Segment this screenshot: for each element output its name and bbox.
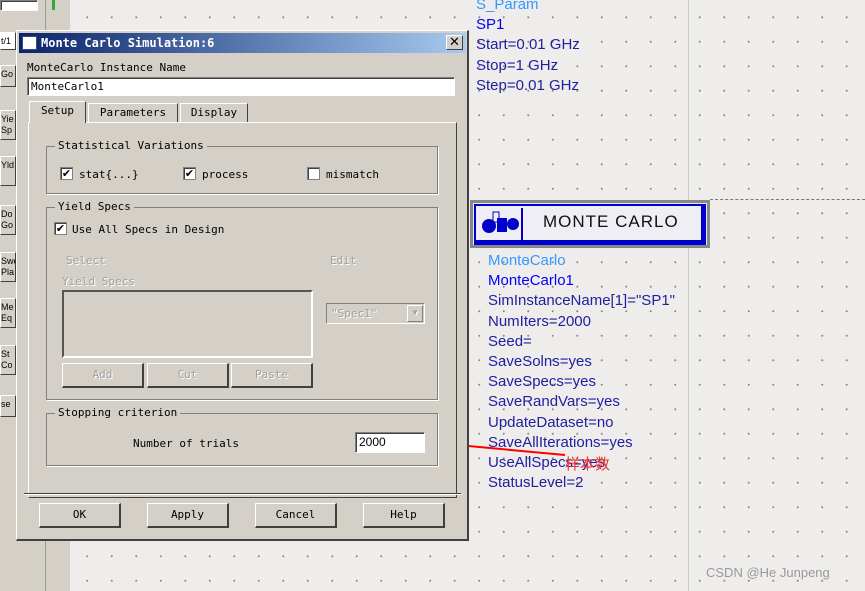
mismatch-checkbox[interactable] bbox=[307, 167, 320, 180]
instance-name-input[interactable]: MonteCarlo1 bbox=[27, 77, 455, 96]
toolbar-field[interactable]: t/1 bbox=[0, 32, 16, 50]
mc-param: StatusLevel=2 bbox=[488, 474, 584, 492]
mc-type: MonteCarlo bbox=[488, 252, 566, 269]
sparam-stop: Stop=1 GHz bbox=[476, 56, 559, 74]
trials-label: Number of trials bbox=[133, 437, 239, 450]
mismatch-label: mismatch bbox=[326, 168, 379, 181]
montecarlo-component[interactable]: MONTE CARLO bbox=[470, 200, 710, 248]
dialog-title: Monte Carlo Simulation:6 bbox=[41, 36, 215, 50]
apply-button[interactable]: Apply bbox=[147, 503, 229, 528]
statistical-variations-group: Statistical Variations ✔ stat{...} ✔ pro… bbox=[46, 139, 438, 194]
setup-panel: Statistical Variations ✔ stat{...} ✔ pro… bbox=[28, 122, 457, 498]
ok-button[interactable]: OK bbox=[39, 503, 121, 528]
montecarlo-block-label: MONTE CARLO bbox=[543, 212, 679, 231]
toolbar-yield-spec[interactable]: Yie Sp bbox=[0, 110, 16, 140]
use-all-specs-label: Use All Specs in Design bbox=[72, 223, 225, 236]
toolbar-meas-eqn[interactable]: Me Eq bbox=[0, 298, 16, 328]
sparam-text[interactable]: S_Param SP1 Start=0.01 GHz Stop=1 GHz St… bbox=[476, 0, 580, 96]
toolbar-go[interactable]: Go bbox=[0, 65, 16, 87]
grid-divider bbox=[688, 0, 689, 591]
mc-instance: MonteCarlo1 bbox=[488, 272, 574, 290]
mc-param: SaveSpecs=yes bbox=[488, 373, 596, 391]
watermark: CSDN @He Junpeng bbox=[706, 565, 830, 580]
stopping-criterion-group: Stopping criterion Number of trials 2000 bbox=[46, 406, 438, 466]
instance-name-label: MonteCarlo Instance Name bbox=[27, 61, 186, 74]
mc-param: Seed= bbox=[488, 332, 532, 350]
use-all-specs-checkbox[interactable]: ✔ bbox=[54, 222, 67, 235]
app-icon bbox=[22, 36, 37, 50]
montecarlo-icon bbox=[479, 208, 523, 240]
divider bbox=[24, 493, 461, 495]
group-label: Yield Specs bbox=[55, 200, 134, 213]
cut-button[interactable]: Cut bbox=[147, 363, 229, 388]
toolbar-doe[interactable]: Do Go bbox=[0, 205, 16, 235]
yield-specs-label: Yield Specs bbox=[62, 275, 135, 288]
monte-carlo-dialog: Monte Carlo Simulation:6 ✕ MonteCarlo In… bbox=[16, 30, 469, 541]
paste-button[interactable]: Paste bbox=[231, 363, 313, 388]
yield-specs-group: Yield Specs ✔ Use All Specs in Design Se… bbox=[46, 200, 438, 400]
yield-specs-list[interactable] bbox=[62, 290, 313, 358]
title-bar[interactable]: Monte Carlo Simulation:6 ✕ bbox=[19, 33, 466, 53]
toolbar-stat-corr[interactable]: St Co bbox=[0, 345, 16, 375]
cancel-button[interactable]: Cancel bbox=[255, 503, 337, 528]
dashed-wire bbox=[710, 199, 865, 200]
sparam-step: Step=0.01 GHz bbox=[476, 76, 579, 94]
edit-label: Edit bbox=[330, 254, 357, 267]
process-checkbox[interactable]: ✔ bbox=[183, 167, 196, 180]
tab-parameters[interactable]: Parameters bbox=[88, 103, 178, 123]
tab-display[interactable]: Display bbox=[180, 103, 248, 123]
chevron-down-icon[interactable]: ▼ bbox=[407, 305, 423, 322]
mc-param: SaveSolns=yes bbox=[488, 353, 592, 371]
toolbar-sens[interactable]: se bbox=[0, 395, 16, 417]
toolbar-input[interactable] bbox=[0, 0, 38, 11]
add-button[interactable]: Add bbox=[62, 363, 144, 388]
toolbar-yield[interactable]: Yld bbox=[0, 156, 16, 186]
trials-input[interactable]: 2000 bbox=[355, 432, 425, 453]
spec-select-value: "Spec1" bbox=[331, 307, 378, 320]
sparam-type: S_Param bbox=[476, 0, 539, 13]
mc-param: NumIters=2000 bbox=[488, 312, 591, 330]
stat-label: stat{...} bbox=[79, 168, 139, 181]
mc-param: SaveRandVars=yes bbox=[488, 393, 620, 411]
select-label: Select bbox=[66, 254, 106, 267]
stat-checkbox[interactable]: ✔ bbox=[60, 167, 73, 180]
group-label: Statistical Variations bbox=[55, 139, 207, 152]
mc-param: SimInstanceName[1]="SP1" bbox=[488, 292, 675, 310]
sparam-instance: SP1 bbox=[476, 16, 505, 34]
group-label: Stopping criterion bbox=[55, 406, 181, 419]
help-button[interactable]: Help bbox=[363, 503, 445, 528]
tab-setup[interactable]: Setup bbox=[29, 101, 86, 123]
toolbar-sweep-plan[interactable]: Swe Pla bbox=[0, 252, 16, 282]
sparam-start: Start=0.01 GHz bbox=[476, 36, 580, 54]
spec-select[interactable]: "Spec1" ▼ bbox=[326, 303, 425, 324]
close-button[interactable]: ✕ bbox=[446, 35, 463, 50]
green-marker bbox=[52, 0, 55, 10]
process-label: process bbox=[202, 168, 249, 181]
annotation-text: 样本数 bbox=[565, 455, 611, 473]
